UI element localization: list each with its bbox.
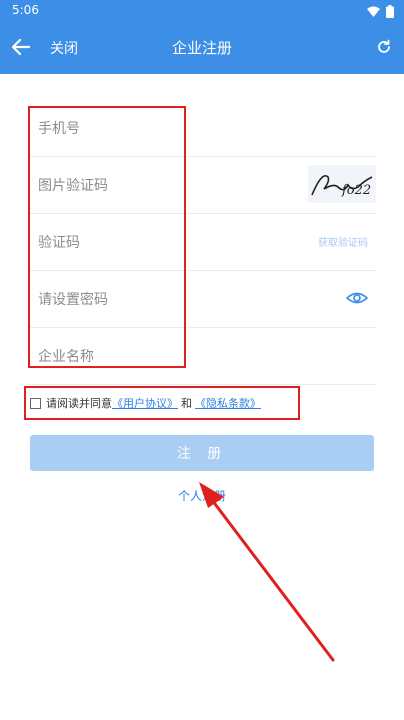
personal-register-link[interactable]: 个人注册 — [0, 487, 404, 504]
captcha-drawing: fo22 — [311, 175, 373, 198]
system-icons — [367, 4, 394, 18]
annotation-box-fields — [28, 106, 186, 368]
refresh-icon[interactable] — [376, 39, 392, 55]
captcha-image[interactable]: fo22 — [308, 165, 376, 203]
eye-icon[interactable] — [346, 287, 368, 309]
register-button[interactable]: 注 册 — [30, 435, 374, 471]
status-bar: 5:06 — [0, 0, 404, 22]
get-code-button[interactable]: 获取验证码 — [318, 234, 368, 249]
page-title: 企业注册 — [171, 39, 232, 57]
annotation-box-agreement — [24, 386, 300, 420]
status-time: 5:06 — [12, 3, 39, 17]
app-header: 关闭 企业注册 — [0, 22, 404, 74]
captcha-text: fo22 — [341, 183, 371, 198]
wifi-icon — [367, 6, 380, 17]
battery-icon — [386, 4, 394, 18]
